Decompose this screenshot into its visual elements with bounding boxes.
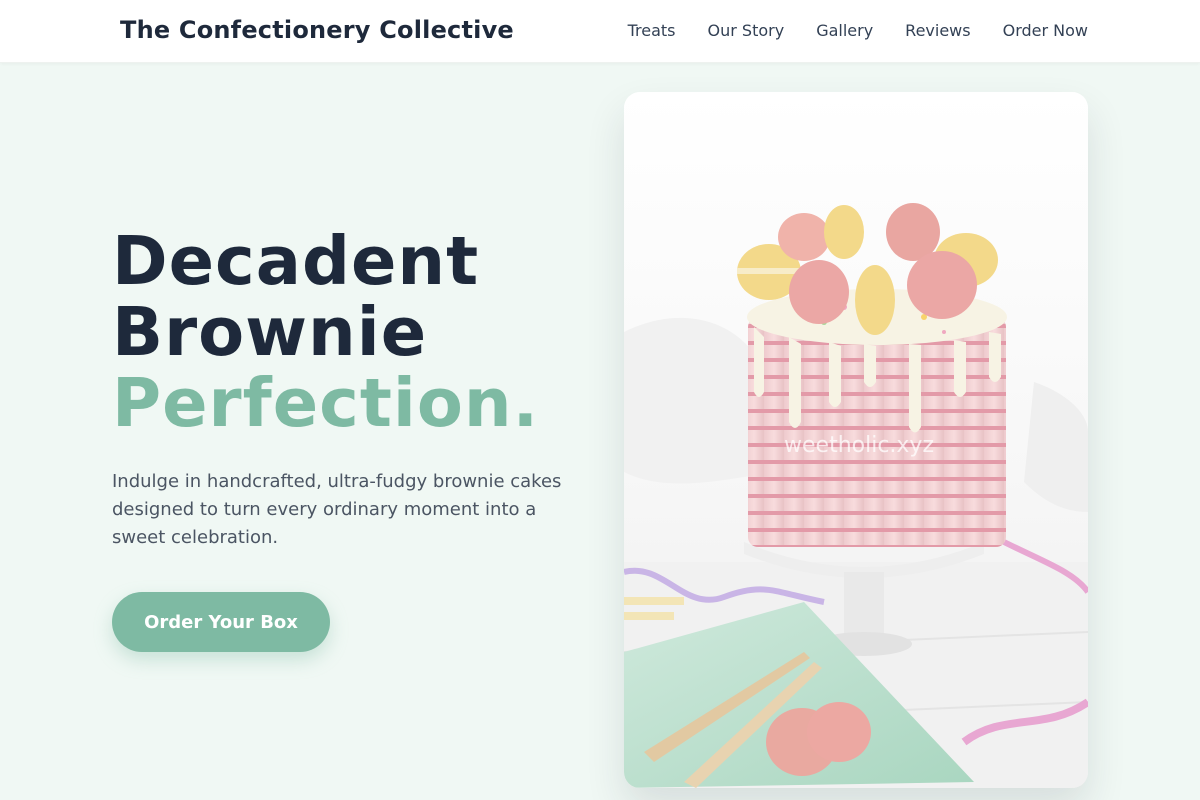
nav-link-treats[interactable]: Treats — [628, 21, 676, 40]
cake-illustration: weetholic.xyz — [624, 92, 1088, 788]
hero-title: Decadent Brownie Perfection. — [112, 226, 539, 439]
order-your-box-button[interactable]: Order Your Box — [112, 592, 330, 652]
hero-title-line-2: Brownie — [112, 293, 428, 371]
nav-link-reviews[interactable]: Reviews — [905, 21, 970, 40]
hero-cake-image: weetholic.xyz — [624, 92, 1088, 788]
site-header: The Confectionery Collective Treats Our … — [0, 0, 1200, 63]
nav-link-gallery[interactable]: Gallery — [816, 21, 873, 40]
brand-logo-text[interactable]: The Confectionery Collective — [120, 16, 514, 44]
hero-title-line-1: Decadent — [112, 222, 480, 300]
hero-title-accent: Perfection. — [112, 364, 540, 442]
main-nav: Treats Our Story Gallery Reviews Order N… — [628, 21, 1088, 40]
hero-description: Indulge in handcrafted, ultra-fudgy brow… — [112, 471, 562, 548]
image-watermark: weetholic.xyz — [784, 433, 934, 458]
nav-link-our-story[interactable]: Our Story — [708, 21, 785, 40]
nav-link-order-now[interactable]: Order Now — [1003, 21, 1088, 40]
